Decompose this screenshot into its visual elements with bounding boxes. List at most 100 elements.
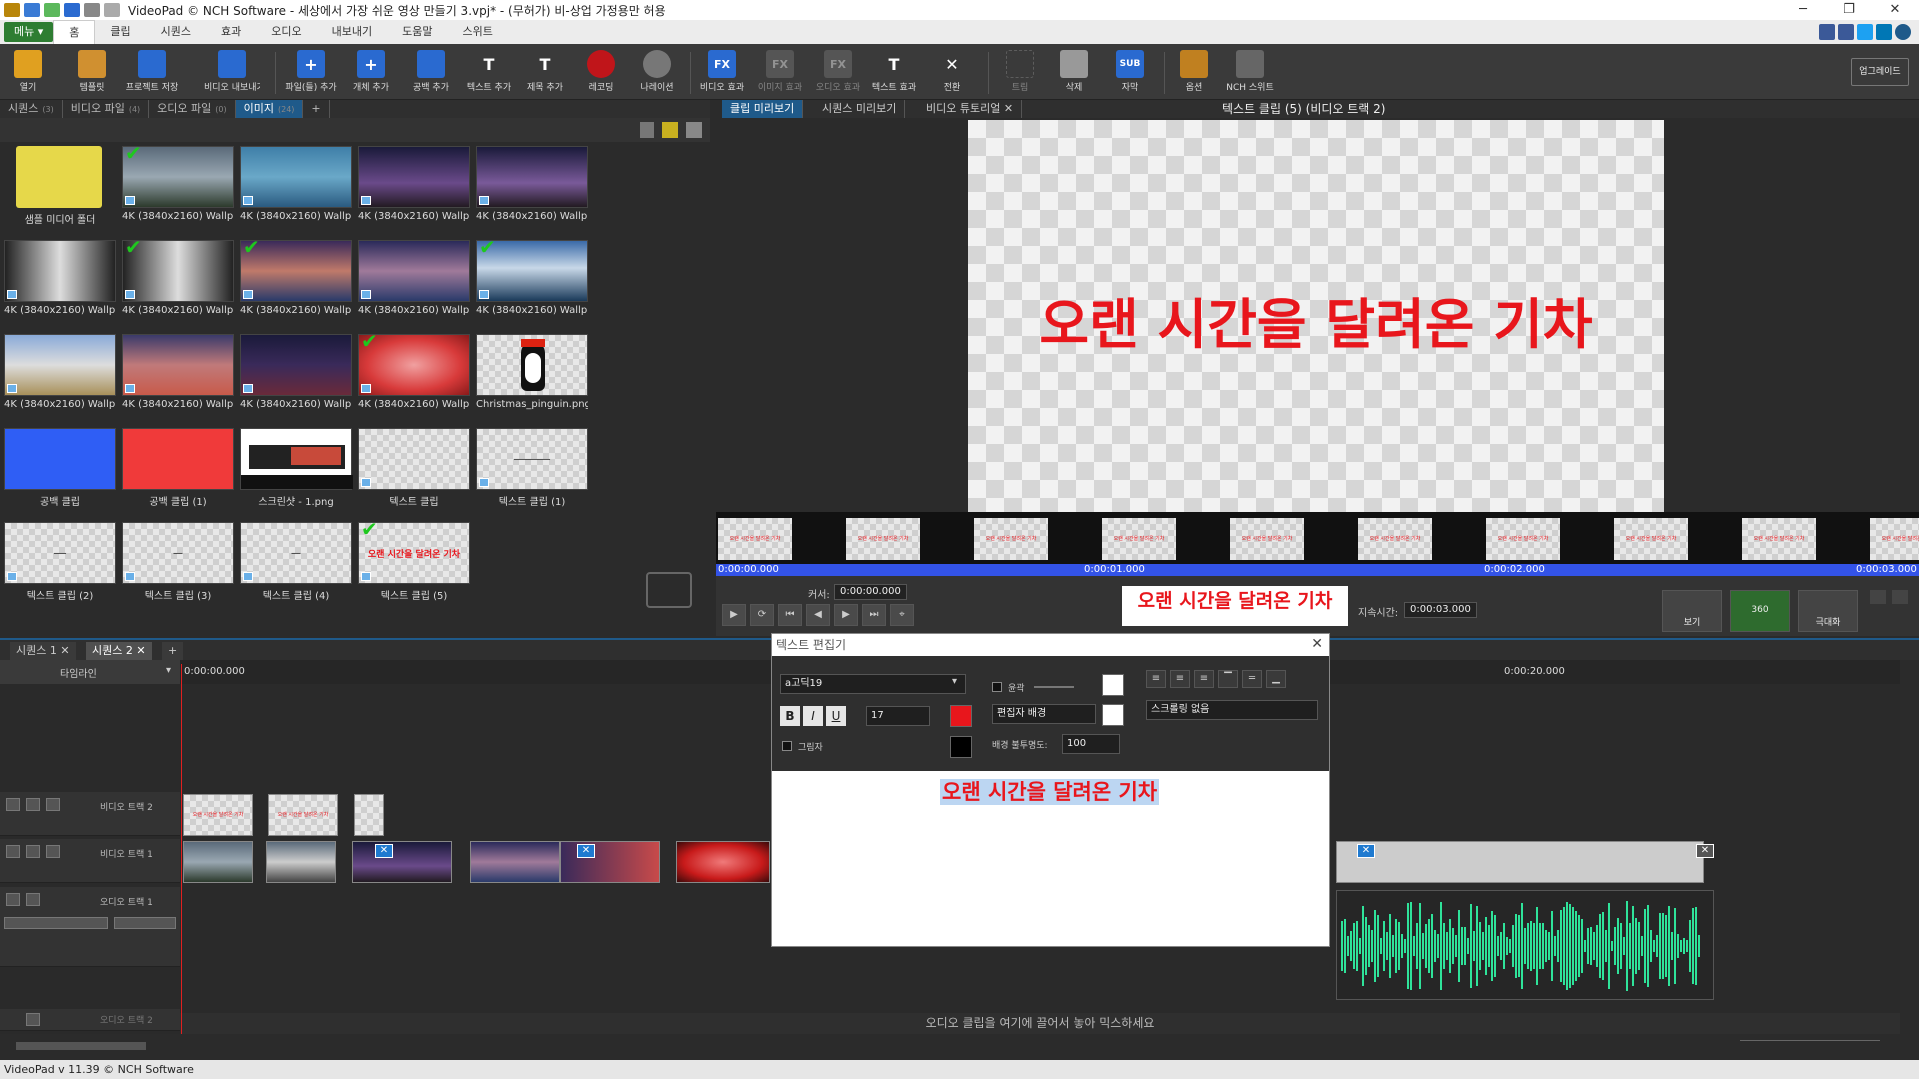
new-icon[interactable] xyxy=(24,3,40,17)
align-right-icon[interactable]: ≡ xyxy=(1194,670,1214,688)
library-item[interactable]: 텍스트 클립 xyxy=(358,428,470,508)
library-item[interactable]: ✔ 오랜 시간을 달려온 기차 텍스트 클립 (5) xyxy=(358,519,470,602)
zoom-slider[interactable] xyxy=(1740,1040,1880,1052)
record-button[interactable]: 레코딩 xyxy=(573,48,629,98)
add-object-button[interactable]: + 개체 추가 xyxy=(343,48,399,98)
library-item[interactable]: 4K (3840x2160) Wallp... xyxy=(476,146,588,222)
add-sequence-button[interactable]: + xyxy=(162,642,184,660)
menu-effects[interactable]: 효과 xyxy=(206,20,256,44)
outline-color-swatch[interactable] xyxy=(1102,674,1124,696)
library-item[interactable]: Christmas_pinguin.png xyxy=(476,334,588,410)
linkedin-icon[interactable] xyxy=(1876,24,1892,40)
italic-button[interactable]: I xyxy=(803,706,823,726)
trash-icon[interactable] xyxy=(640,122,654,138)
library-item[interactable]: ━━━━━━━━━━━━ 텍스트 클립 (1) xyxy=(476,428,588,508)
volume-slider[interactable] xyxy=(4,917,108,929)
menu-help[interactable]: 도움말 xyxy=(387,20,447,44)
tab-sequence-1[interactable]: 시퀀스 1 ✕ xyxy=(10,642,76,660)
step-forward-icon[interactable]: ▶ xyxy=(834,604,858,626)
close-icon[interactable]: ✕ xyxy=(1311,636,1323,652)
timeline-clip[interactable] xyxy=(266,841,336,883)
timeline-clip[interactable]: 오랜 시간을 달려온 기차 xyxy=(268,794,338,836)
subtitle-button[interactable]: SUB 자막 xyxy=(1102,48,1158,98)
text-effects-button[interactable]: T 텍스트 효과 xyxy=(866,48,922,98)
twitter-icon[interactable] xyxy=(1857,24,1873,40)
audio-clip[interactable] xyxy=(1336,890,1714,1000)
text-color-swatch[interactable] xyxy=(950,705,972,727)
play-icon[interactable]: ▶ xyxy=(722,604,746,626)
menu-sequence[interactable]: 시퀀스 xyxy=(146,20,206,44)
library-item[interactable]: 4K (3840x2160) Wallp... xyxy=(358,240,470,316)
text-edit-area[interactable]: 오랜 시간을 달려온 기차 xyxy=(772,771,1329,946)
split-icon[interactable]: ⌖ xyxy=(890,604,914,626)
loop-icon[interactable]: ⟳ xyxy=(750,604,774,626)
restore-icon[interactable]: ❐ xyxy=(1826,0,1872,20)
font-size-input[interactable]: 17 xyxy=(866,706,930,726)
font-select[interactable]: a고딕19 xyxy=(780,674,966,694)
minimize-icon[interactable]: ─ xyxy=(1780,0,1826,20)
library-item[interactable]: 스크린샷 - 1.png xyxy=(240,428,353,508)
tab-audio-files[interactable]: 오디오 파일 (0) xyxy=(149,100,236,118)
options-button[interactable]: 옵션 xyxy=(1166,48,1222,98)
tab-sequences[interactable]: 시퀀스 (3) xyxy=(0,100,63,118)
open-icon[interactable] xyxy=(44,3,60,17)
library-item[interactable]: 공백 클립 (1) xyxy=(122,428,234,508)
narration-button[interactable]: 나레이션 xyxy=(629,48,685,98)
menu-home[interactable]: 홈 xyxy=(53,20,96,44)
library-item[interactable]: ━━━ 텍스트 클립 (4) xyxy=(240,522,352,602)
video-effects-button[interactable]: FX 비디오 효과 xyxy=(694,48,750,98)
timeline-clip[interactable] xyxy=(352,841,452,883)
thumbs-up-icon[interactable] xyxy=(1819,24,1835,40)
preview-ruler[interactable]: 0:00:00.000 0:00:01.000 0:00:02.000 0:00… xyxy=(716,564,1919,576)
library-item[interactable]: ✔ 4K (3840x2160) Wallp... xyxy=(122,143,234,222)
library-item[interactable]: 샘플 미디어 폴더 xyxy=(4,146,116,226)
menu-clip[interactable]: 클립 xyxy=(95,20,145,44)
library-item[interactable]: 공백 클립 xyxy=(4,428,116,508)
facebook-icon[interactable] xyxy=(1838,24,1854,40)
library-item[interactable]: 4K (3840x2160) Wallp... xyxy=(240,334,352,410)
transition-icon[interactable]: ✕ xyxy=(375,844,393,858)
track-header-audio-2[interactable]: 오디오 트랙 2 xyxy=(0,1009,180,1031)
tab-clip-preview[interactable]: 클립 미리보기 xyxy=(722,100,804,118)
outline-width-slider[interactable] xyxy=(1034,686,1074,688)
timeline-clip[interactable] xyxy=(470,841,560,883)
redo-icon[interactable] xyxy=(104,3,120,17)
library-item[interactable]: ✔ 4K (3840x2160) Wallp... xyxy=(122,237,234,316)
add-title-button[interactable]: T 제목 추가 xyxy=(517,48,573,98)
tab-video-tutorial[interactable]: 비디오 튜토리얼 ✕ xyxy=(918,100,1023,118)
track-header-video-2[interactable]: 비디오 트랙 2 xyxy=(0,792,180,836)
clip-filmstrip[interactable]: 오랜 시간을 달려온 기차 오랜 시간을 달려온 기차 오랜 시간을 달려온 기… xyxy=(716,512,1919,564)
menu-audio[interactable]: 오디오 xyxy=(256,20,316,44)
view-button[interactable]: 보기 xyxy=(1662,590,1722,632)
scrollbar-thumb[interactable] xyxy=(16,1042,146,1050)
timeline-clip[interactable] xyxy=(1336,841,1704,883)
timeline-clip[interactable] xyxy=(183,841,253,883)
trim-button[interactable]: 트림 xyxy=(992,48,1048,98)
outline-checkbox[interactable] xyxy=(992,682,1002,692)
undo-icon[interactable] xyxy=(84,3,100,17)
tab-sequence-preview[interactable]: 시퀀스 미리보기 xyxy=(814,100,906,118)
zoom-out-icon[interactable] xyxy=(1892,590,1908,604)
library-item[interactable]: ✔ 4K (3840x2160) Wallp... xyxy=(476,237,588,316)
library-item[interactable]: ━━━ 텍스트 클립 (3) xyxy=(122,522,234,602)
transition-icon[interactable]: ✕ xyxy=(1357,844,1375,858)
new-folder-icon[interactable] xyxy=(662,122,678,138)
add-blank-button[interactable]: 공백 추가 xyxy=(403,48,459,98)
library-item[interactable]: 4K (3840x2160) Wallp... xyxy=(122,334,234,410)
delete-button[interactable]: 삭제 xyxy=(1046,48,1102,98)
step-back-icon[interactable]: ◀ xyxy=(806,604,830,626)
library-item[interactable]: ━━━━ 텍스트 클립 (2) xyxy=(4,522,116,602)
timeline-clip[interactable] xyxy=(560,841,660,883)
background-color-swatch[interactable] xyxy=(1102,704,1124,726)
timeline-clip[interactable] xyxy=(354,794,384,836)
open-button[interactable]: 열기 xyxy=(0,48,56,98)
bold-button[interactable]: B xyxy=(780,706,800,726)
align-left-icon[interactable]: ≡ xyxy=(1146,670,1166,688)
upgrade-button[interactable]: 업그레이드 xyxy=(1851,58,1909,86)
save-icon[interactable] xyxy=(64,3,80,17)
timeline-clip[interactable]: 오랜 시간을 달려온 기차 xyxy=(183,794,253,836)
tab-sequence-2[interactable]: 시퀀스 2 ✕ xyxy=(86,642,152,660)
shadow-checkbox[interactable] xyxy=(782,741,792,751)
background-mode-select[interactable]: 편집자 배경 xyxy=(992,704,1096,724)
timeline-clip[interactable] xyxy=(676,841,770,883)
